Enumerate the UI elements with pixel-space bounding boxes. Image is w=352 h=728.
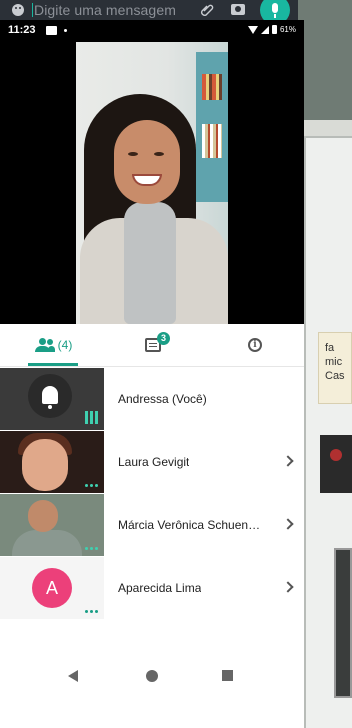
participant-name: Andressa (Você) bbox=[118, 392, 207, 406]
battery-icon bbox=[271, 25, 277, 34]
status-time: 11:23 bbox=[8, 24, 36, 36]
people-icon bbox=[34, 338, 55, 352]
thumbnail-face bbox=[28, 500, 58, 532]
chat-badge: 3 bbox=[157, 332, 170, 345]
message-input-placeholder: Digite uma mensagem bbox=[34, 2, 176, 18]
participant-row[interactable]: Andressa (Você) bbox=[0, 368, 304, 431]
speaker-scarf bbox=[124, 202, 176, 324]
participant-list: Andressa (Você) Laura Gevigit Márcia Ver… bbox=[0, 368, 304, 620]
meeting-tabs: (4) 3 i bbox=[0, 324, 304, 367]
speaker-eye bbox=[154, 152, 164, 156]
background-block bbox=[334, 548, 352, 698]
status-bar: 11:23 61% bbox=[0, 20, 304, 42]
battery-level: 61% bbox=[279, 25, 296, 34]
info-icon: i bbox=[248, 338, 262, 352]
participants-count: (4) bbox=[57, 338, 73, 352]
message-compose-bar: Digite uma mensagem bbox=[0, 0, 298, 25]
chevron-right-icon[interactable] bbox=[282, 455, 294, 467]
thumbnail-body bbox=[12, 530, 82, 556]
message-input[interactable]: Digite uma mensagem bbox=[32, 2, 176, 18]
participant-name: Laura Gevigit bbox=[118, 455, 190, 469]
notification-dot-icon bbox=[64, 29, 67, 32]
participant-row[interactable]: Laura Gevigit bbox=[0, 431, 304, 494]
participant-name: Márcia Verônica Schuencke bbox=[118, 518, 264, 532]
attach-icon[interactable] bbox=[200, 3, 214, 17]
chevron-right-icon[interactable] bbox=[282, 581, 294, 593]
android-nav-bar bbox=[0, 648, 304, 708]
notification-icon bbox=[46, 26, 57, 35]
thumbnail-face bbox=[22, 439, 68, 491]
participant-name: Aparecida Lima bbox=[118, 581, 202, 595]
chevron-right-icon[interactable] bbox=[282, 518, 294, 530]
active-tab-indicator bbox=[28, 363, 78, 366]
camera-icon[interactable] bbox=[231, 4, 245, 15]
phone-screen: 11:23 61% (4) 3 i Andressa (Você) Laura … bbox=[0, 20, 304, 728]
recent-apps-icon[interactable] bbox=[222, 670, 233, 681]
tab-info[interactable]: i bbox=[240, 324, 270, 366]
tab-chat[interactable]: 3 bbox=[138, 324, 170, 366]
audio-dots-icon bbox=[85, 610, 98, 613]
muted-video-icon bbox=[42, 386, 58, 409]
participant-thumbnail: A bbox=[0, 557, 104, 619]
tab-participants[interactable]: (4) bbox=[28, 324, 78, 366]
avatar: A bbox=[32, 568, 72, 608]
back-icon[interactable] bbox=[68, 670, 78, 682]
speaking-indicator-icon bbox=[85, 411, 98, 424]
speaker-smile bbox=[132, 174, 162, 186]
background-dark-panel bbox=[320, 435, 352, 493]
text-cursor bbox=[32, 3, 33, 17]
participant-row[interactable]: Márcia Verônica Schuencke bbox=[0, 494, 304, 557]
audio-dots-icon bbox=[85, 484, 98, 487]
main-video-feed bbox=[76, 42, 228, 324]
participant-thumbnail bbox=[0, 368, 104, 430]
main-video[interactable] bbox=[0, 42, 304, 324]
status-icons: 61% bbox=[247, 25, 296, 34]
speaker-face bbox=[114, 120, 180, 204]
wifi-icon bbox=[247, 25, 258, 34]
participant-thumbnail bbox=[0, 494, 104, 556]
audio-dots-icon bbox=[85, 547, 98, 550]
participant-thumbnail bbox=[0, 431, 104, 493]
speaker-eye bbox=[128, 152, 138, 156]
background-note: fa mic Cas bbox=[318, 332, 352, 404]
signal-icon bbox=[260, 25, 269, 34]
participant-row[interactable]: A Aparecida Lima bbox=[0, 557, 304, 620]
emoji-icon[interactable] bbox=[12, 4, 24, 16]
bookshelf bbox=[196, 52, 228, 202]
home-icon[interactable] bbox=[146, 670, 158, 682]
